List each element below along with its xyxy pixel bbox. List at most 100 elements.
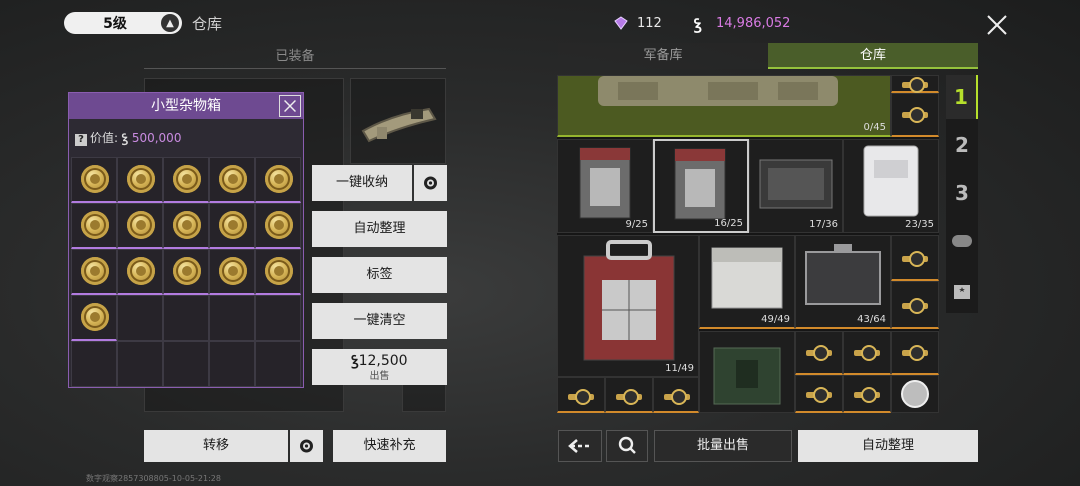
coin-item[interactable] xyxy=(117,157,163,203)
gold-coin-icon xyxy=(127,165,155,193)
auto-sort-button[interactable]: 自动整理 xyxy=(798,430,978,462)
container-grid xyxy=(71,157,301,387)
transfer-button[interactable]: 转移 xyxy=(144,430,288,462)
coin-item[interactable] xyxy=(255,249,301,295)
sell-button[interactable]: ꝣ12,500 出售 xyxy=(312,349,447,385)
watch-item[interactable] xyxy=(843,331,891,375)
capacity-label: 23/35 xyxy=(905,219,934,230)
batch-sell-button[interactable]: 批量出售 xyxy=(654,430,792,462)
tab-warehouse[interactable]: 仓库 xyxy=(768,43,978,69)
storage-box-item[interactable]: 49/49 xyxy=(699,235,795,329)
page-tab-2[interactable]: 2 xyxy=(946,123,978,167)
empty-slot[interactable] xyxy=(163,295,209,341)
currency-icon: ꝣ xyxy=(351,353,359,369)
ammo-box-item[interactable]: 16/25 xyxy=(653,139,749,233)
medal-item[interactable] xyxy=(891,375,939,413)
watch-item[interactable] xyxy=(891,331,939,375)
empty-slot[interactable] xyxy=(163,341,209,387)
back-button[interactable] xyxy=(558,430,602,462)
empty-slot[interactable] xyxy=(71,341,117,387)
watch-item[interactable] xyxy=(653,377,699,413)
military-case-icon xyxy=(713,347,781,405)
watch-item[interactable] xyxy=(795,331,843,375)
coin-item[interactable] xyxy=(163,203,209,249)
gold-coin-icon xyxy=(173,165,201,193)
watch-icon xyxy=(806,344,832,362)
search-icon xyxy=(618,436,636,454)
gem-count: 112 xyxy=(637,16,662,31)
back-arrow-icon xyxy=(568,439,591,453)
gold-coin-icon xyxy=(219,211,247,239)
military-case-item[interactable] xyxy=(699,331,795,413)
empty-slot[interactable] xyxy=(209,295,255,341)
empty-slot[interactable] xyxy=(209,341,255,387)
level-up-icon[interactable]: ▲ xyxy=(161,14,179,32)
watch-item[interactable] xyxy=(795,375,843,413)
page-tab-alpha[interactable] xyxy=(946,219,978,263)
storage-box-icon xyxy=(711,247,783,309)
transfer-settings-button[interactable] xyxy=(290,430,323,462)
case-item[interactable]: 17/36 xyxy=(749,139,843,233)
aluminum-case-icon xyxy=(805,244,881,305)
coin-item[interactable] xyxy=(71,157,117,203)
container-value: ? 价值: ꝣ 500,000 xyxy=(75,129,181,146)
coin-item[interactable] xyxy=(117,249,163,295)
fridge-item[interactable]: 23/35 xyxy=(843,139,939,233)
empty-slot[interactable] xyxy=(255,341,301,387)
page-tab-3[interactable]: 3 xyxy=(946,171,978,215)
gold-coin-icon xyxy=(173,211,201,239)
search-button[interactable] xyxy=(606,430,648,462)
container-panel: 小型杂物箱 ? 价值: ꝣ 500,000 xyxy=(68,92,304,388)
coin-item[interactable] xyxy=(163,249,209,295)
gold-coin-icon xyxy=(81,211,109,239)
gear-icon xyxy=(424,176,437,190)
watch-item[interactable] xyxy=(605,377,653,413)
watch-item[interactable] xyxy=(891,235,939,281)
coin-item[interactable] xyxy=(163,157,209,203)
coin-item[interactable] xyxy=(71,249,117,295)
close-icon[interactable] xyxy=(279,95,301,117)
close-icon[interactable] xyxy=(984,12,1010,38)
watch-item[interactable] xyxy=(891,93,939,137)
coin-item[interactable] xyxy=(209,203,255,249)
capacity-label: 43/64 xyxy=(857,314,886,325)
medical-box-item[interactable]: 11/49 xyxy=(557,235,699,377)
clear-all-button[interactable]: 一键清空 xyxy=(312,303,447,339)
coin-item[interactable] xyxy=(255,157,301,203)
empty-slot[interactable] xyxy=(117,341,163,387)
watch-item[interactable] xyxy=(891,281,939,329)
watch-item[interactable] xyxy=(891,75,939,93)
coin-item[interactable] xyxy=(209,249,255,295)
aluminum-case-item[interactable]: 43/64 xyxy=(795,235,891,329)
page-tab-favorites[interactable] xyxy=(946,267,978,311)
empty-slot[interactable] xyxy=(255,295,301,341)
capacity-label: 17/36 xyxy=(809,219,838,230)
auto-sort-button[interactable]: 自动整理 xyxy=(312,211,447,247)
ammo-box-item[interactable]: 9/25 xyxy=(557,139,653,233)
level-label: 5级 xyxy=(103,16,127,32)
help-icon[interactable]: ? xyxy=(75,134,87,146)
empty-slot[interactable] xyxy=(117,295,163,341)
coin-item[interactable] xyxy=(117,203,163,249)
collect-all-button[interactable]: 一键收纳 xyxy=(312,165,412,201)
belt-slot[interactable] xyxy=(350,78,446,164)
quick-refill-button[interactable]: 快速补充 xyxy=(333,430,446,462)
footer-watermark: 数字观察2857308805-10-05-21:28 xyxy=(86,474,221,483)
capacity-label: 49/49 xyxy=(761,314,790,325)
coin-item[interactable] xyxy=(255,203,301,249)
tab-equipped[interactable]: 已装备 xyxy=(144,46,446,69)
coin-item[interactable] xyxy=(209,157,255,203)
watch-item[interactable] xyxy=(843,375,891,413)
vest-item[interactable]: 0/45 xyxy=(557,75,891,137)
gold-coin-icon xyxy=(81,165,109,193)
gold-coin-icon xyxy=(127,211,155,239)
tags-button[interactable]: 标签 xyxy=(312,257,447,293)
coin-item[interactable] xyxy=(71,295,117,341)
page-tab-1[interactable]: 1 xyxy=(946,75,978,119)
belt-icon xyxy=(361,107,437,143)
watch-item[interactable] xyxy=(557,377,605,413)
watch-icon xyxy=(616,388,642,406)
coin-item[interactable] xyxy=(71,203,117,249)
collect-settings-button[interactable] xyxy=(414,165,447,201)
tab-armory[interactable]: 军备库 xyxy=(558,43,768,69)
